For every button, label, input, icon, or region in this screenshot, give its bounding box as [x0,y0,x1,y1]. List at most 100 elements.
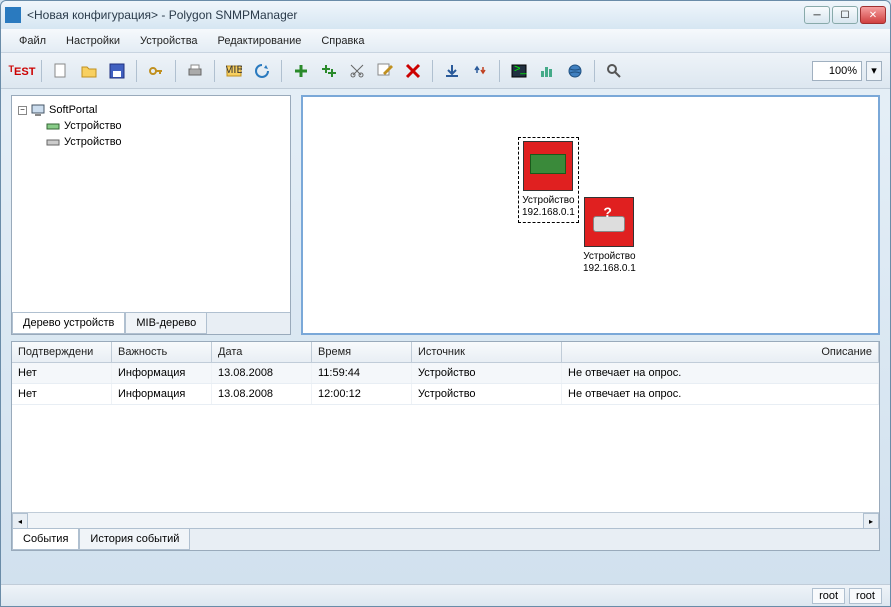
cell-time: 12:00:12 [312,384,412,404]
cell-confirmed: Нет [12,363,112,383]
svg-text:>_: >_ [514,63,527,75]
separator [136,60,137,82]
device-2-ip: 192.168.0.1 [583,263,636,275]
device-2-name: Устройство [583,251,636,263]
tree-device-1-label: Устройство [64,120,122,132]
cell-source: Устройство [412,363,562,383]
cell-description: Не отвечает на опрос. [562,384,879,404]
separator [594,60,595,82]
tree-tabs: Дерево устройств MIB-дерево [12,312,290,334]
cell-severity: Информация [112,363,212,383]
tree-device-2-label: Устройство [64,136,122,148]
window-buttons: ─ ☐ ✕ [804,6,886,24]
scroll-track[interactable] [28,513,863,528]
save-icon[interactable] [104,58,130,84]
content-area: − SoftPortal Устройство Устройство Дерев… [1,89,890,584]
grid-tabs: События История событий [12,528,879,550]
key-icon[interactable] [143,58,169,84]
toolbar: TEST MIB >_ ▾ [1,53,890,89]
computer-icon [31,103,45,117]
device-1-name: Устройство [522,195,575,207]
col-confirmed[interactable]: Подтверждени [12,342,112,362]
scroll-right-icon[interactable]: ▸ [863,513,879,529]
col-source[interactable]: Источник [412,342,562,362]
tree-root[interactable]: − SoftPortal [18,102,284,118]
delete-icon[interactable] [400,58,426,84]
canvas-device-1[interactable]: Устройство 192.168.0.1 [518,137,579,223]
print-icon[interactable] [182,58,208,84]
cell-time: 11:59:44 [312,363,412,383]
download-icon[interactable] [439,58,465,84]
app-window: <Новая конфигурация> - Polygon SNMPManag… [0,0,891,607]
statusbar: root root [1,584,890,606]
separator [175,60,176,82]
device-icon [46,119,60,133]
tab-mib-tree[interactable]: MIB-дерево [125,313,207,334]
maximize-button[interactable]: ☐ [832,6,858,24]
col-time[interactable]: Время [312,342,412,362]
cell-severity: Информация [112,384,212,404]
zoom-dropdown[interactable]: ▾ [866,61,882,81]
window-title: <Новая конфигурация> - Polygon SNMPManag… [27,8,804,22]
tab-device-tree[interactable]: Дерево устройств [12,313,125,334]
col-severity[interactable]: Важность [112,342,212,362]
cell-source: Устройство [412,384,562,404]
edit-icon[interactable] [372,58,398,84]
test-button[interactable]: TEST [9,58,35,84]
new-file-icon[interactable] [48,58,74,84]
menubar: Файл Настройки Устройства Редактирование… [1,29,890,53]
upload-download-icon[interactable] [467,58,493,84]
tree-root-label: SoftPortal [49,104,97,116]
app-icon [5,7,21,23]
refresh-icon[interactable] [249,58,275,84]
col-date[interactable]: Дата [212,342,312,362]
cut-icon[interactable] [344,58,370,84]
device-1-ip: 192.168.0.1 [522,207,575,219]
tree-device-1[interactable]: Устройство [46,118,284,134]
open-folder-icon[interactable] [76,58,102,84]
minimize-button[interactable]: ─ [804,6,830,24]
collapse-icon[interactable]: − [18,106,27,115]
separator [281,60,282,82]
mib-folder-icon[interactable]: MIB [221,58,247,84]
tree-device-2[interactable]: Устройство [46,134,284,150]
upper-pane: − SoftPortal Устройство Устройство Дерев… [11,95,880,335]
col-description[interactable]: Описание [562,342,879,362]
separator [499,60,500,82]
topology-canvas[interactable]: Устройство 192.168.0.1 ? Устройство 192.… [301,95,880,335]
add-icon[interactable] [288,58,314,84]
table-row[interactable]: Нет Информация 13.08.2008 11:59:44 Устро… [12,363,879,384]
tab-events[interactable]: События [12,529,79,550]
menu-file[interactable]: Файл [11,32,54,50]
scroll-left-icon[interactable]: ◂ [12,513,28,529]
menu-devices[interactable]: Устройства [132,32,206,50]
world-icon[interactable] [562,58,588,84]
cell-confirmed: Нет [12,384,112,404]
terminal-icon[interactable]: >_ [506,58,532,84]
menu-help[interactable]: Справка [313,32,372,50]
events-grid: Подтверждени Важность Дата Время Источни… [11,341,880,551]
status-cell-1: root [812,588,845,604]
status-cell-2: root [849,588,882,604]
separator [432,60,433,82]
menu-settings[interactable]: Настройки [58,32,128,50]
add-multiple-icon[interactable] [316,58,342,84]
separator [214,60,215,82]
stats-icon[interactable] [534,58,560,84]
horizontal-scrollbar: ◂ ▸ [12,512,879,528]
cell-date: 13.08.2008 [212,384,312,404]
zoom-input[interactable] [812,61,862,81]
menu-edit[interactable]: Редактирование [210,32,310,50]
svg-text:MIB: MIB [226,64,242,76]
titlebar: <Новая конфигурация> - Polygon SNMPManag… [1,1,890,29]
tab-event-history[interactable]: История событий [79,529,190,550]
close-button[interactable]: ✕ [860,6,886,24]
canvas-device-2[interactable]: ? Устройство 192.168.0.1 [583,197,636,275]
table-row[interactable]: Нет Информация 13.08.2008 12:00:12 Устро… [12,384,879,405]
device-tree: − SoftPortal Устройство Устройство [12,96,290,312]
cell-date: 13.08.2008 [212,363,312,383]
zoom-icon[interactable] [601,58,627,84]
separator [41,60,42,82]
grid-header: Подтверждени Важность Дата Время Источни… [12,342,879,363]
device-card-icon [523,141,573,191]
